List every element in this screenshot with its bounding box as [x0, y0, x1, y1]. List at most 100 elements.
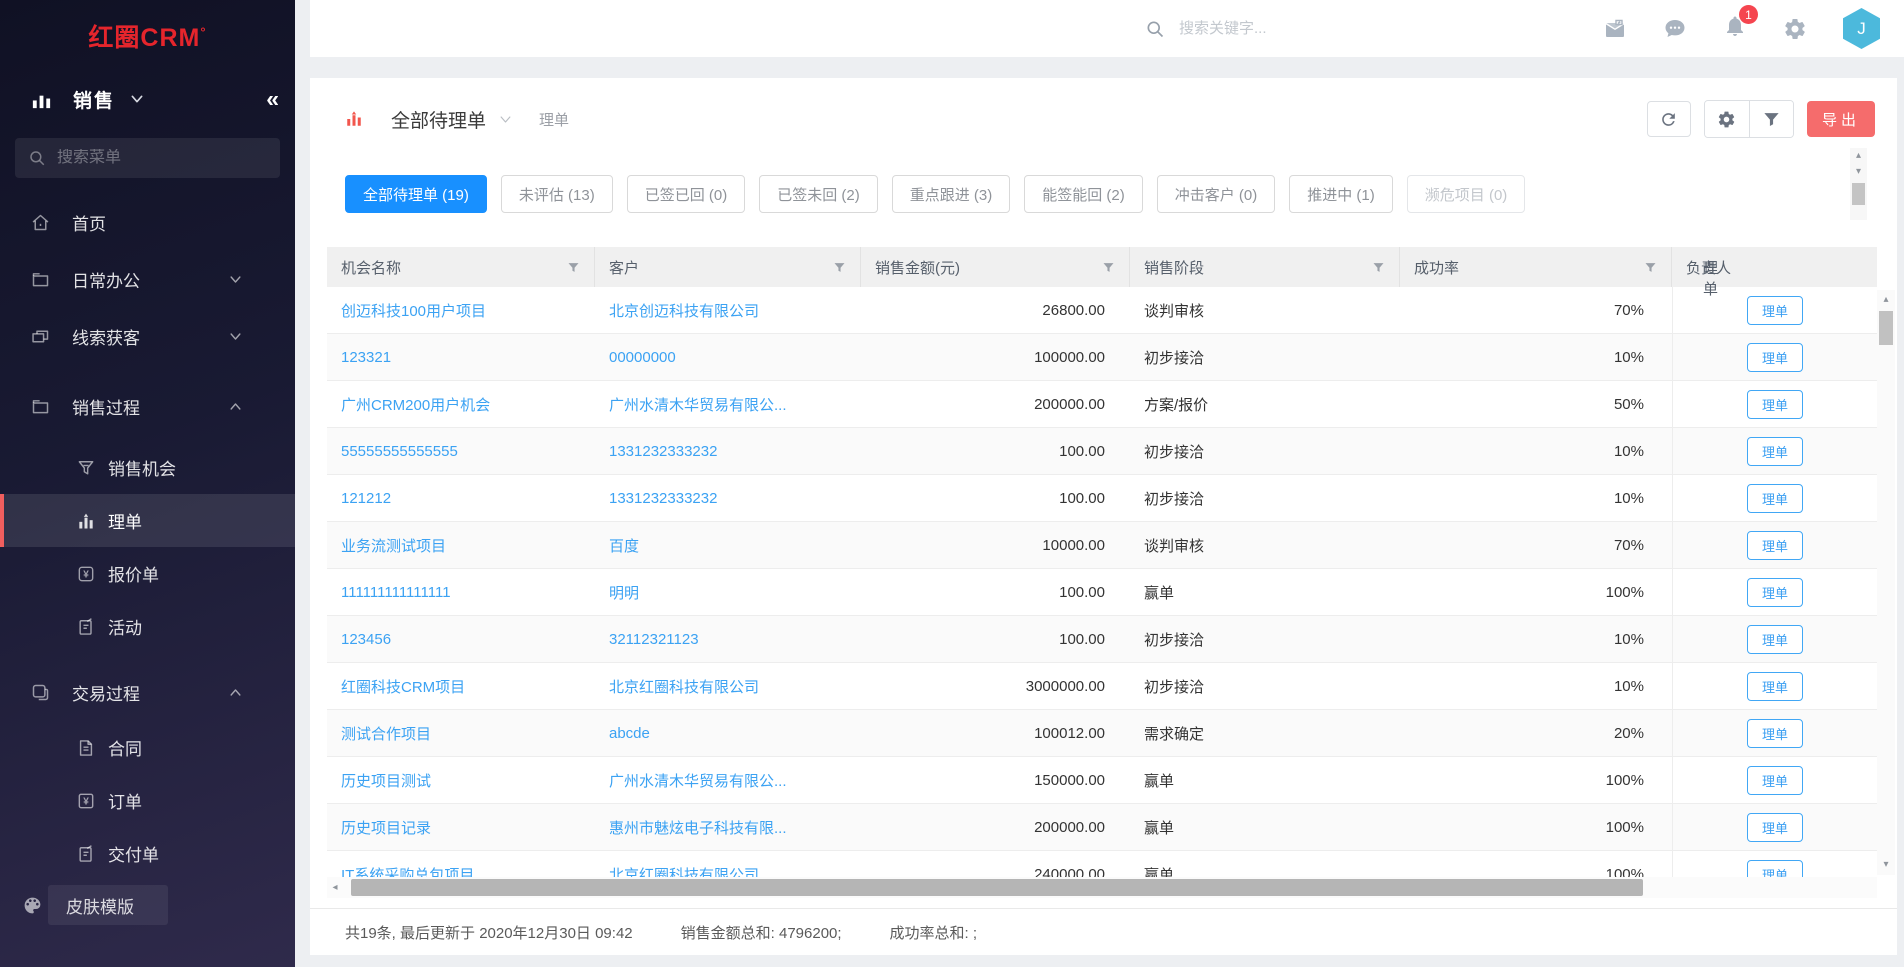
scrollbar-thumb[interactable]: [351, 879, 1643, 896]
clipboard-check-icon: [76, 844, 96, 864]
scroll-left-arrow[interactable]: ◂: [327, 882, 343, 893]
opportunity-link[interactable]: 业务流测试项目: [341, 535, 446, 556]
lidan-action-button[interactable]: 理单: [1747, 860, 1803, 878]
funnel-icon[interactable]: [1371, 260, 1386, 275]
sidebar-item-contract[interactable]: 合同: [0, 721, 295, 774]
sidebar-item-sales-process[interactable]: 销售过程: [0, 378, 295, 435]
topbar-icons: 1 J: [1603, 0, 1904, 57]
opportunity-link[interactable]: 广州CRM200用户机会: [341, 394, 490, 415]
workspace-switcher[interactable]: 销售 «: [0, 70, 295, 128]
customer-link[interactable]: 00000000: [609, 349, 676, 366]
sidebar-item-skin-template[interactable]: 皮肤模版: [0, 885, 295, 925]
sidebar-item-opportunity[interactable]: 销售机会: [0, 441, 295, 494]
filter-button[interactable]: [1749, 101, 1793, 137]
sidebar-item-activity[interactable]: 活动: [0, 600, 295, 653]
scroll-down-arrow[interactable]: ▾: [1850, 164, 1867, 180]
table-vertical-scrollbar[interactable]: ▴ ▾: [1877, 290, 1895, 875]
scrollbar-thumb[interactable]: [1879, 311, 1893, 345]
customer-link[interactable]: 北京红圈科技有限公司: [609, 676, 759, 697]
filter-tab[interactable]: 已签已回 (0): [627, 175, 746, 213]
customer-link[interactable]: 惠州市魅炫电子科技有限...: [609, 817, 787, 838]
sidebar-collapse-icon[interactable]: «: [266, 88, 279, 111]
sidebar-item-trade-process[interactable]: 交易过程: [0, 664, 295, 721]
funnel-icon[interactable]: [566, 260, 581, 275]
chevron-down-icon: [228, 272, 243, 287]
chevron-down-icon[interactable]: [498, 112, 513, 127]
chevron-up-icon: [228, 685, 243, 700]
sidebar-item-delivery[interactable]: 交付单: [0, 827, 295, 880]
avatar[interactable]: J: [1843, 8, 1880, 49]
tabs-scrollbar[interactable]: ▴ ▾: [1850, 148, 1867, 220]
lidan-action-button[interactable]: 理单: [1747, 437, 1803, 466]
menu-search-input[interactable]: [57, 149, 267, 167]
opportunity-link[interactable]: 历史项目记录: [341, 817, 431, 838]
filter-tab[interactable]: 重点跟进 (3): [892, 175, 1011, 213]
lidan-action-button[interactable]: 理单: [1747, 813, 1803, 842]
customer-link[interactable]: 北京创迈科技有限公司: [609, 300, 759, 321]
lidan-action-button[interactable]: 理单: [1747, 625, 1803, 654]
funnel-icon[interactable]: [832, 260, 847, 275]
lidan-action-button[interactable]: 理单: [1747, 343, 1803, 372]
scroll-up-arrow[interactable]: ▴: [1877, 292, 1895, 308]
opportunity-link[interactable]: 红圈科技CRM项目: [341, 676, 465, 697]
filter-tab[interactable]: 推进中 (1): [1289, 175, 1393, 213]
sidebar-item-leads[interactable]: 线索获客: [0, 308, 295, 365]
opportunity-link[interactable]: 123321: [341, 349, 391, 366]
filter-tab[interactable]: 已签未回 (2): [759, 175, 878, 213]
lidan-action-button[interactable]: 理单: [1747, 719, 1803, 748]
lidan-action-button[interactable]: 理单: [1747, 390, 1803, 419]
column-settings-button[interactable]: [1705, 101, 1749, 137]
opportunity-link[interactable]: 测试合作项目: [341, 723, 431, 744]
global-search[interactable]: [1145, 0, 1369, 57]
opportunity-link[interactable]: 111111111111111: [341, 584, 451, 601]
scroll-down-arrow[interactable]: ▾: [1877, 857, 1895, 873]
lidan-action-button[interactable]: 理单: [1747, 766, 1803, 795]
export-button[interactable]: 导出: [1807, 101, 1875, 137]
sidebar-item-home[interactable]: 首页: [0, 194, 295, 251]
lidan-action-button[interactable]: 理单: [1747, 484, 1803, 513]
funnel-icon[interactable]: [1643, 260, 1658, 275]
customer-link[interactable]: 32112321123: [609, 631, 699, 648]
sidebar-item-daily-office[interactable]: 日常办公: [0, 251, 295, 308]
opportunity-link[interactable]: 55555555555555: [341, 443, 458, 460]
filter-tab[interactable]: 濒危项目 (0): [1407, 175, 1526, 213]
lidan-action-button[interactable]: 理单: [1747, 531, 1803, 560]
scroll-up-arrow[interactable]: ▴: [1850, 148, 1867, 164]
mail-icon[interactable]: [1603, 17, 1627, 41]
gear-icon: [1717, 110, 1736, 129]
opportunity-link[interactable]: 121212: [341, 490, 391, 507]
sidebar-item-order[interactable]: ¥ 订单: [0, 774, 295, 827]
customer-link[interactable]: 广州水清木华贸易有限公...: [609, 394, 787, 415]
opportunity-link[interactable]: 创迈科技100用户项目: [341, 300, 486, 321]
filter-tab[interactable]: 全部待理单 (19): [345, 175, 487, 213]
filter-tab[interactable]: 冲击客户 (0): [1157, 175, 1276, 213]
customer-link[interactable]: 1331232333232: [609, 490, 717, 507]
rate-cell: 100%: [1400, 851, 1672, 877]
lidan-action-button[interactable]: 理单: [1747, 672, 1803, 701]
chat-icon[interactable]: [1663, 17, 1687, 41]
customer-link[interactable]: abcde: [609, 725, 650, 742]
customer-link[interactable]: 1331232333232: [609, 443, 717, 460]
customer-link[interactable]: 北京红圈科技有限公司: [609, 864, 759, 878]
lidan-action-button[interactable]: 理单: [1747, 296, 1803, 325]
refresh-button[interactable]: [1647, 101, 1691, 137]
filter-tab[interactable]: 能签能回 (2): [1024, 175, 1143, 213]
gear-icon[interactable]: [1783, 17, 1807, 41]
global-search-input[interactable]: [1179, 20, 1369, 37]
notifications[interactable]: 1: [1723, 14, 1747, 43]
sidebar-item-quote[interactable]: ¥ 报价单: [0, 547, 295, 600]
customer-link[interactable]: 广州水清木华贸易有限公...: [609, 770, 787, 791]
customer-link[interactable]: 百度: [609, 535, 639, 556]
menu-search[interactable]: [15, 138, 280, 178]
filter-tab[interactable]: 未评估 (13): [501, 175, 613, 213]
record-count-summary: 共19条, 最后更新于 2020年12月30日 09:42: [345, 922, 633, 943]
opportunity-link[interactable]: IT系统采购总包项目: [341, 864, 474, 878]
table-horizontal-scrollbar[interactable]: ◂: [327, 877, 1877, 898]
opportunity-link[interactable]: 历史项目测试: [341, 770, 431, 791]
scrollbar-thumb[interactable]: [1852, 183, 1865, 205]
sidebar-item-lidan[interactable]: 理单: [0, 494, 295, 547]
funnel-icon[interactable]: [1101, 260, 1116, 275]
lidan-action-button[interactable]: 理单: [1747, 578, 1803, 607]
opportunity-link[interactable]: 123456: [341, 631, 391, 648]
customer-link[interactable]: 明明: [609, 582, 639, 603]
